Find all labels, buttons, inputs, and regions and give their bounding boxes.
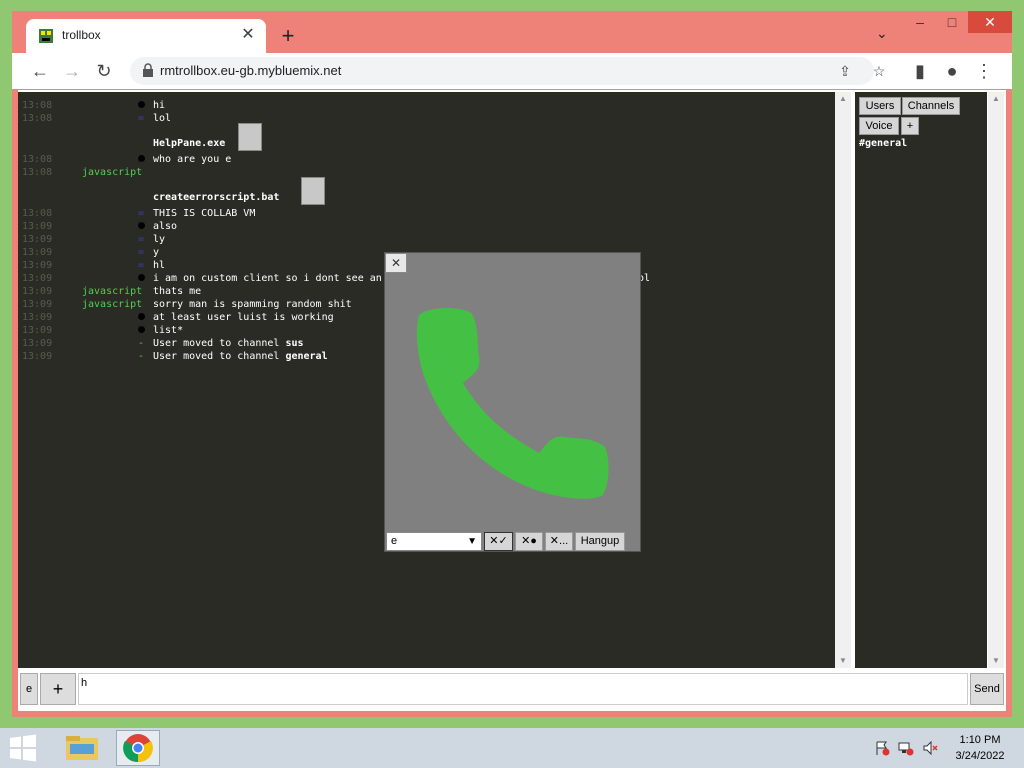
user-eq-icon: = [137,247,145,258]
chat-scrollbar[interactable]: ▲ ▼ [835,92,851,668]
tab-channels[interactable]: Channels [902,97,960,115]
send-button[interactable]: Send [970,673,1004,705]
clock-time: 1:10 PM [959,734,1001,746]
user-eq-icon: = [137,113,145,124]
call-close-button[interactable]: ✕ [385,253,407,273]
scroll-up-icon: ▲ [839,94,847,103]
reload-icon[interactable]: ↻ [92,60,116,82]
window-close-button[interactable]: ✕ [968,11,1012,33]
profile-icon[interactable]: ● [940,60,964,82]
volume-muted-icon[interactable] [922,740,938,756]
audio-device-select[interactable]: e ▼ [386,532,482,551]
user-eq-icon: = [137,208,145,219]
close-icon[interactable]: ✕ [238,25,258,45]
mute-mic-button[interactable]: ✕✓ [484,532,513,551]
call-options-button[interactable]: ✕... [545,532,573,551]
system-clock[interactable]: 1:10 PM 3/24/2022 [940,732,1020,764]
file-explorer-icon[interactable] [60,730,104,766]
tab-bar: trollbox ✕ + ⌄ – □ ✕ [12,11,1012,53]
system-dash-icon: - [137,351,145,362]
scroll-down-icon: ▼ [839,656,847,665]
side-panel-icon[interactable]: ▮ [908,60,932,82]
phone-icon [416,308,609,499]
action-center-flag-icon[interactable] [874,740,890,756]
minimize-button[interactable]: – [904,11,936,33]
add-channel-button[interactable]: + [901,117,919,135]
lock-icon [143,63,153,77]
file-attachment[interactable]: createerrorscript.bat [153,192,279,203]
system-dash-icon: - [137,338,145,349]
trollbox-page: 13:08 hi 13:08 = lol HelpPane.exe 13:08 who … [18,90,1006,711]
mute-speaker-button[interactable]: ✕● [515,532,543,551]
hangup-button[interactable]: Hangup [575,532,625,551]
user-dot-icon [137,155,145,162]
taskbar: 1:10 PM 3/24/2022 [0,728,1024,768]
sidebar: Users Channels Voice + #general [855,92,987,668]
network-icon[interactable] [898,740,914,756]
user-dot-icon [137,101,145,108]
address-bar[interactable]: rmtrollbox.eu-gb.mybluemix.net ⇪ ☆ [130,57,885,85]
channel-select[interactable]: e [20,673,38,705]
scroll-down-icon: ▼ [992,656,1000,665]
menu-kebab-icon[interactable]: ⋮ [972,60,996,82]
attach-button[interactable]: + [40,673,76,705]
tab-search-chevron-icon[interactable]: ⌄ [876,25,888,42]
tab-users[interactable]: Users [859,97,901,115]
new-tab-button[interactable]: + [276,25,300,49]
tab-voice[interactable]: Voice [859,117,899,135]
windows-start-icon[interactable] [8,734,38,762]
trollbox-favicon-icon [39,29,53,43]
browser-window: trollbox ✕ + ⌄ – □ ✕ ← → ↻ rmtrollbox.eu… [12,11,1012,717]
file-thumbnail[interactable] [301,177,325,205]
channel-general[interactable]: #general [859,138,907,149]
chevron-down-icon: ▼ [467,536,477,547]
browser-toolbar: ← → ↻ rmtrollbox.eu-gb.mybluemix.net ⇪ ☆… [12,53,1012,89]
maximize-button[interactable]: □ [936,11,968,33]
chrome-icon[interactable] [116,730,160,766]
forward-icon[interactable]: → [60,60,84,82]
file-attachment[interactable]: HelpPane.exe [153,138,225,149]
file-thumbnail[interactable] [238,123,262,151]
scroll-up-icon: ▲ [992,94,1000,103]
user-dot-icon [137,222,145,229]
user-eq-icon: = [137,234,145,245]
clock-date: 3/24/2022 [955,750,1005,762]
tab-trollbox[interactable]: trollbox ✕ [26,19,266,53]
user-dot-icon [137,326,145,333]
user-dot-icon [137,274,145,281]
back-icon[interactable]: ← [28,60,52,82]
tab-title: trollbox [62,28,101,42]
url-text: rmtrollbox.eu-gb.mybluemix.net [160,63,342,78]
user-dot-icon [137,313,145,320]
share-icon[interactable]: ⇪ [836,62,854,80]
sidebar-scrollbar[interactable]: ▲ ▼ [988,92,1004,668]
message-bar: e + h Send [18,670,1006,708]
bookmark-star-icon[interactable]: ☆ [870,62,888,80]
chat-log: 13:08 hi 13:08 = lol HelpPane.exe 13:08 who … [18,92,835,668]
voice-call-dialog: ✕ e ▼ ✕✓ ✕● ✕... Hangup [384,252,641,552]
user-eq-icon: = [137,260,145,271]
message-input[interactable]: h [78,673,968,705]
